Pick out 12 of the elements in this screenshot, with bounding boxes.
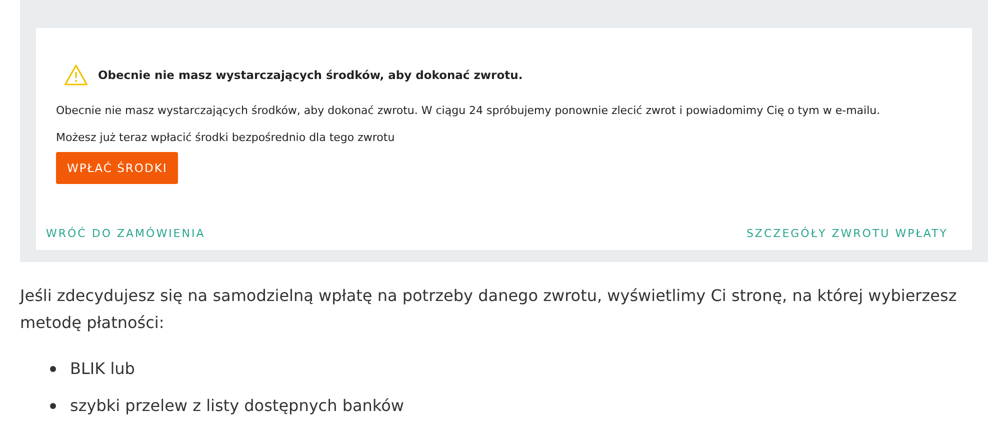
notice-hint: Możesz już teraz wpłacić środki bezpośrednio dla tego zwrotu [56, 131, 396, 144]
deposit-button[interactable]: WPŁAĆ ŚRODKI [56, 152, 178, 184]
bullet-icon [50, 402, 56, 408]
nav-link[interactable]: WRÓĆ DO ZAMÓWIENIA [46, 227, 206, 240]
list-item: szybki przelew z listy dostępnych banków [70, 396, 404, 415]
notice-heading: Obecnie nie masz wystarczających środków, aby dokonać zwrotu. [98, 68, 523, 82]
article-paragraph: Jeśli zdecydujesz się na samodzielną wpłatę na potrzeby danego zwrotu, wyświetlimy Ci stronę, na której wybierzesz metodę płatności: [20, 285, 958, 334]
bullet-icon [50, 366, 56, 372]
warning-icon [64, 64, 88, 86]
list-item: BLIK lub [70, 359, 135, 378]
notice-message: Obecnie nie masz wystarczających środków, aby dokonać zwrotu. W ciągu 24 spróbujemy ponownie zlecić zwrot i powiadomimy Cię o tym w e-mailu. [56, 104, 882, 117]
nav-link[interactable]: SZCZEGÓŁY ZWROTU WPŁATY [746, 227, 948, 240]
